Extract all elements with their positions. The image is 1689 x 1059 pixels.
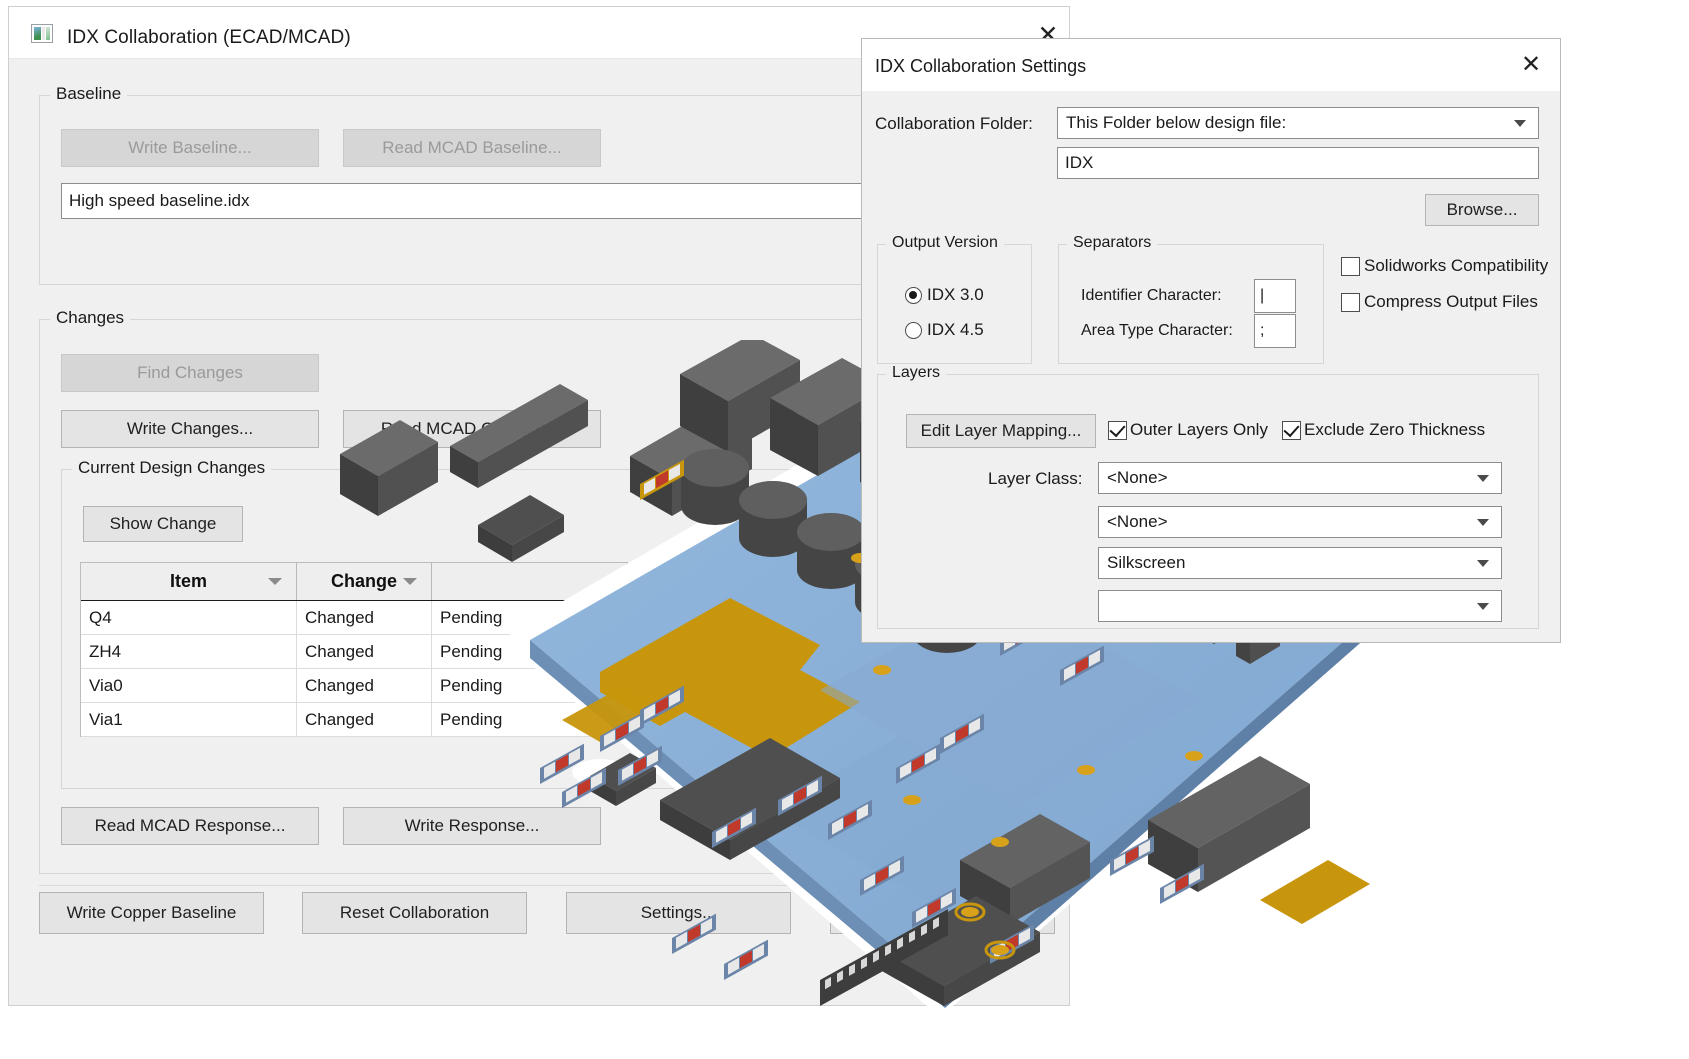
settings-button[interactable]: Settings... [566,892,791,934]
column-header-change[interactable]: Change [297,563,432,600]
cell-change: Changed [297,669,432,702]
table-row[interactable]: Via0 Changed Pending [81,669,627,703]
solidworks-compatibility-checkbox[interactable] [1341,257,1360,276]
read-mcad-response-button[interactable]: Read MCAD Response... [61,807,319,845]
cell-item: Q4 [81,601,297,634]
identifier-character-input[interactable]: | [1254,279,1296,313]
table-row[interactable]: Via1 Changed Pending [81,703,627,737]
separators-label: Separators [1067,234,1158,252]
chevron-down-icon[interactable] [1477,603,1489,610]
current-design-changes-label: Current Design Changes [72,458,272,478]
exclude-zero-thickness-label: Exclude Zero Thickness [1304,420,1486,439]
reset-collaboration-button[interactable]: Reset Collaboration [302,892,527,934]
close-button[interactable]: Close [830,892,1055,934]
app-window-icon [31,24,53,43]
cell-item: ZH4 [81,635,297,668]
write-changes-button[interactable]: Write Changes... [61,410,319,448]
outer-layers-only-checkbox[interactable] [1108,421,1127,440]
cell-change: Changed [297,601,432,634]
cell-status: Pending [432,635,627,668]
identifier-character-label: Identifier Character: [1081,287,1222,304]
baseline-group-label: Baseline [50,84,128,104]
read-mcad-baseline-button[interactable]: Read MCAD Baseline... [343,129,601,167]
compress-output-files-checkbox[interactable] [1341,293,1360,312]
chevron-down-icon[interactable] [1514,120,1526,127]
column-header-status[interactable] [432,563,627,600]
write-response-button[interactable]: Write Response... [343,807,601,845]
compress-output-files-label: Compress Output Files [1364,292,1538,311]
idx-collaboration-settings-dialog: IDX Collaboration Settings ✕ Collaborati… [861,38,1561,643]
page-title: IDX Collaboration (ECAD/MCAD) [67,27,351,48]
table-row[interactable]: ZH4 Changed Pending [81,635,627,669]
changes-table[interactable]: Item Change Q4 Changed Pending ZH4 Chang… [80,562,628,737]
table-row[interactable]: Q4 Changed Pending [81,601,627,635]
layer-2-select[interactable]: <None> [1098,506,1502,538]
column-header-item[interactable]: Item [81,563,297,600]
cell-change: Changed [297,635,432,668]
cell-status: Pending [432,703,627,736]
cell-item: Via0 [81,669,297,702]
find-changes-button[interactable]: Find Changes [61,354,319,392]
area-type-character-label: Area Type Character: [1081,322,1233,339]
settings-title: IDX Collaboration Settings [875,56,1087,76]
cell-change: Changed [297,703,432,736]
layer-3-select[interactable]: Silkscreen [1098,547,1502,579]
solidworks-compatibility-label: Solidworks Compatibility [1364,256,1549,275]
read-mcad-changes-button[interactable]: Read MCAD Changes... [343,410,601,448]
changes-group-label: Changes [50,308,131,328]
layers-label: Layers [886,364,947,382]
chevron-down-icon[interactable] [1477,519,1489,526]
radio-idx-30[interactable] [905,287,922,304]
outer-layers-only-label: Outer Layers Only [1130,420,1268,439]
collaboration-folder-select[interactable]: This Folder below design file: [1057,107,1539,139]
output-version-label: Output Version [886,234,1004,252]
layer-class-select[interactable]: <None> [1098,462,1502,494]
show-change-button[interactable]: Show Change [83,506,243,542]
cell-item: Via1 [81,703,297,736]
layer-4-select[interactable] [1098,590,1502,622]
browse-button[interactable]: Browse... [1425,194,1539,226]
layer-class-label: Layer Class: [988,469,1083,488]
write-baseline-button[interactable]: Write Baseline... [61,129,319,167]
exclude-zero-thickness-checkbox[interactable] [1282,421,1301,440]
folder-name-input[interactable]: IDX [1057,147,1539,179]
radio-idx-45-label: IDX 4.5 [927,320,984,339]
settings-title-bar: IDX Collaboration Settings ✕ [862,39,1560,91]
cell-status: Pending [432,601,627,634]
footer-divider [39,885,1044,886]
collaboration-folder-label: Collaboration Folder: [875,114,1033,133]
edit-layer-mapping-button[interactable]: Edit Layer Mapping... [906,414,1096,448]
radio-idx-45[interactable] [905,322,922,339]
radio-idx-30-label: IDX 3.0 [927,285,984,304]
close-icon[interactable]: ✕ [1508,46,1554,84]
sort-caret-icon[interactable] [268,578,282,585]
write-copper-baseline-button[interactable]: Write Copper Baseline [39,892,264,934]
chevron-down-icon[interactable] [1477,560,1489,567]
sort-caret-icon[interactable] [403,578,417,585]
cell-status: Pending [432,669,627,702]
chevron-down-icon[interactable] [1477,475,1489,482]
area-type-character-input[interactable]: ; [1254,314,1296,348]
table-header-row: Item Change [81,563,627,601]
